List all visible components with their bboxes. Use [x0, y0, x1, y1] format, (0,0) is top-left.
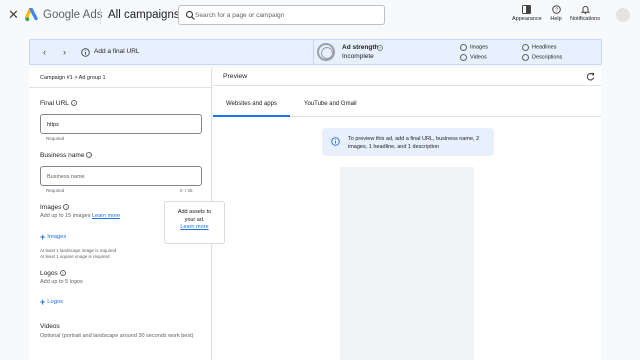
ad-status-strip: ‹ › Add a final URL Ad strength ? Incomp… [29, 39, 602, 65]
appearance-label: Appearance [512, 16, 542, 22]
active-tab-indicator [213, 115, 290, 117]
brand-name: Google Ads [43, 9, 103, 21]
logos-description: Add up to 5 logos [40, 279, 83, 285]
tab-youtube-and-gmail[interactable]: YouTube and Gmail [304, 101, 357, 107]
checklist-item-images: Images [460, 44, 488, 51]
header-divider [100, 8, 101, 24]
refresh-icon[interactable] [586, 72, 595, 81]
info-icon [331, 137, 340, 146]
images-heading: Images? [40, 204, 70, 211]
final-url-prompt: Add a final URL [94, 48, 140, 55]
final-url-heading: Final URL? [40, 100, 77, 107]
close-icon[interactable]: ✕ [8, 8, 20, 21]
plus-icon: + [40, 232, 46, 242]
images-description: Add up to 15 images Learn more [40, 213, 120, 219]
character-count-max: / 25 [185, 188, 193, 193]
ad-strength-label: Ad strength [342, 44, 379, 51]
ad-strength-gauge [317, 43, 335, 61]
empty-preview-text: Add assets to your ad. Learn more [165, 209, 224, 232]
checklist-label: Images [470, 44, 489, 51]
images-requirement-landscape: At least 1 landscape image is required [40, 248, 117, 253]
top-bar: ✕ Google Ads All campaigns Appearance ? … [0, 0, 640, 32]
empty-line-2: your ad. [184, 216, 205, 223]
business-name-input[interactable] [47, 171, 195, 183]
bell-icon [580, 6, 590, 14]
preview-title: Preview [223, 73, 248, 80]
add-logos-label: Logos [47, 299, 64, 305]
help-icon[interactable]: ? [86, 152, 93, 159]
add-logos-button[interactable]: + Logos [40, 297, 63, 307]
preview-panel: Preview Websites and apps YouTube and Gm… [213, 68, 601, 360]
final-url-label: Final URL [40, 100, 69, 107]
preview-notice: To preview this ad, add a final URL, bus… [322, 128, 494, 156]
learn-more-link[interactable]: Learn more [92, 213, 120, 219]
checklist-item-videos: Videos [460, 54, 487, 61]
final-url-input[interactable] [47, 119, 195, 131]
videos-label: Videos [40, 323, 60, 330]
logos-label: Logos [40, 270, 58, 277]
plus-icon: + [40, 297, 46, 307]
unchecked-circle-icon [460, 44, 467, 51]
help-icon[interactable]: ? [70, 100, 77, 107]
info-icon [81, 48, 90, 57]
search-input[interactable] [195, 8, 380, 22]
help-button[interactable]: ? Help [548, 5, 564, 22]
checklist-label: Headlines [532, 44, 557, 51]
help-icon[interactable]: ? [63, 204, 70, 211]
preview-notice-text: To preview this ad, add a final URL, bus… [348, 136, 480, 150]
business-name-required: Required [46, 188, 65, 193]
business-name-heading: Business name? [40, 152, 93, 159]
avatar[interactable] [616, 8, 630, 22]
ad-strength-value: Incomplete [342, 53, 374, 60]
final-url-field[interactable] [40, 114, 202, 134]
unchecked-circle-icon [522, 54, 529, 61]
help-icon[interactable]: ? [59, 270, 66, 277]
chevron-right-icon[interactable]: › [63, 47, 66, 57]
checklist-item-headlines: Headlines [522, 44, 556, 51]
unchecked-circle-icon [460, 54, 467, 61]
appearance-button[interactable]: Appearance [512, 5, 542, 22]
empty-line-1: Add assets to [177, 209, 212, 215]
learn-more-link[interactable]: Learn more [180, 224, 208, 230]
search-box[interactable] [178, 5, 385, 25]
page-title: All campaigns [108, 9, 180, 21]
divider [213, 85, 601, 86]
help-icon: ? [551, 5, 561, 14]
appearance-icon [521, 5, 531, 14]
videos-description: Optional (portrait and landscape around … [40, 333, 194, 339]
business-name-label: Business name [40, 152, 85, 159]
chevron-left-icon[interactable]: ‹ [43, 47, 46, 57]
notifications-label: Notifications [570, 16, 600, 22]
add-images-label: Images [47, 234, 67, 240]
help-label: Help [550, 16, 562, 22]
divider [29, 87, 211, 88]
help-icon[interactable]: ? [377, 45, 383, 51]
strip-divider [313, 40, 314, 64]
add-images-button[interactable]: + Images [40, 232, 66, 242]
empty-preview-card: Add assets to your ad. Learn more [164, 201, 225, 244]
logos-heading: Logos? [40, 270, 66, 277]
images-requirement-square: At least 1 square image is required [40, 254, 110, 259]
checklist-item-descriptions: Descriptions [522, 54, 562, 61]
checklist-label: Descriptions [532, 54, 563, 61]
svg-text:?: ? [554, 8, 557, 14]
character-count-value: 0 [180, 188, 183, 193]
final-url-required: Required [46, 136, 65, 141]
images-label: Images [40, 204, 62, 211]
images-desc-text: Add up to 15 images [40, 213, 91, 219]
business-name-field[interactable] [40, 166, 202, 186]
tab-websites-and-apps[interactable]: Websites and apps [226, 101, 277, 107]
ad-preview-canvas [340, 167, 474, 360]
notifications-button[interactable]: Notifications [569, 5, 601, 22]
character-count: 0 / 25 [180, 188, 193, 193]
google-ads-logo-icon [25, 8, 38, 22]
unchecked-circle-icon [522, 44, 529, 51]
checklist-label: Videos [470, 54, 487, 61]
breadcrumb: Campaign #1 > Ad group 1 [40, 75, 106, 81]
